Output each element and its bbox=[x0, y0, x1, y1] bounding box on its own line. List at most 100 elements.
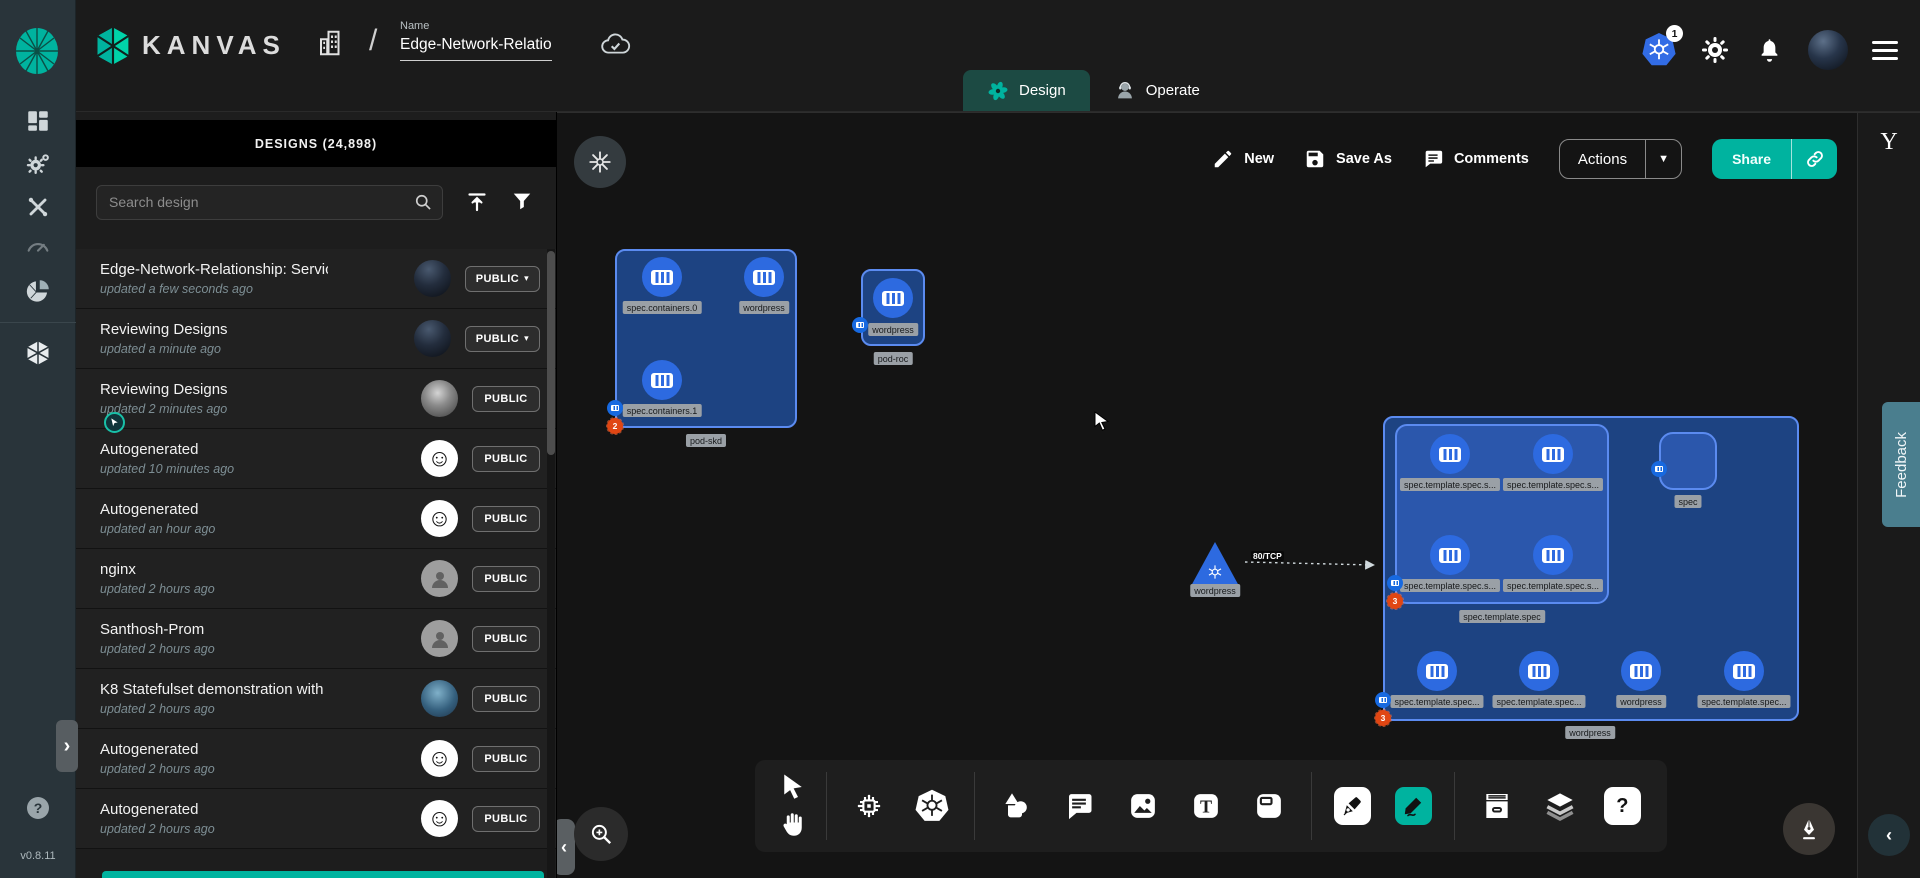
new-button[interactable]: New bbox=[1212, 148, 1274, 170]
design-list-item[interactable]: Autogeneratedupdated an hour ago☺PUBLIC bbox=[76, 489, 556, 549]
components-chip-tool[interactable] bbox=[846, 783, 891, 829]
design-list-item[interactable]: Edge-Network-Relationship: Serviceupdate… bbox=[76, 249, 556, 309]
save-as-button[interactable]: Save As bbox=[1304, 148, 1392, 170]
container-node[interactable] bbox=[1533, 434, 1573, 474]
menu-hamburger-icon[interactable] bbox=[1872, 41, 1898, 60]
k8s-deployment-badge-icon[interactable] bbox=[1375, 692, 1391, 708]
design-text: Reviewing Designsupdated 2 minutes ago bbox=[100, 381, 328, 416]
design-visibility-badge[interactable]: PUBLIC▾ bbox=[465, 326, 540, 352]
panel-scrollbar-thumb[interactable] bbox=[547, 251, 555, 455]
container-node[interactable] bbox=[642, 360, 682, 400]
organization-icon[interactable] bbox=[316, 28, 346, 60]
container-node[interactable] bbox=[1621, 651, 1661, 691]
design-mark-button[interactable] bbox=[574, 136, 626, 188]
share-link-icon[interactable] bbox=[1791, 139, 1837, 179]
pen-path-tool[interactable] bbox=[1334, 787, 1371, 825]
kubernetes-context-button[interactable]: 1 bbox=[1642, 33, 1676, 67]
layers-tool[interactable] bbox=[1537, 783, 1582, 829]
search-input[interactable] bbox=[96, 185, 443, 220]
spec-node[interactable] bbox=[1659, 432, 1717, 490]
pod-template-group-node[interactable] bbox=[1395, 424, 1609, 604]
notifications-bell-icon[interactable] bbox=[1754, 35, 1784, 65]
filter-funnel-icon[interactable] bbox=[511, 190, 535, 214]
kanvas-hexagon-icon[interactable] bbox=[23, 338, 53, 368]
container-node[interactable] bbox=[1430, 535, 1470, 575]
actions-caret-icon[interactable]: ▼ bbox=[1645, 140, 1681, 178]
design-visibility-badge[interactable]: PUBLIC bbox=[472, 446, 540, 472]
container-node[interactable] bbox=[744, 257, 784, 297]
design-visibility-badge[interactable]: PUBLIC bbox=[472, 566, 540, 592]
configuration-tools-icon[interactable] bbox=[23, 192, 53, 222]
extensions-icon[interactable] bbox=[23, 276, 53, 306]
pan-hand-tool[interactable] bbox=[778, 810, 808, 840]
tab-operate[interactable]: Operate bbox=[1090, 70, 1224, 111]
comment-tool[interactable] bbox=[1057, 783, 1102, 829]
zoom-button[interactable] bbox=[574, 807, 628, 861]
container-node[interactable] bbox=[1724, 651, 1764, 691]
design-list-item[interactable]: Autogeneratedupdated 2 hours ago☺PUBLIC bbox=[76, 729, 556, 789]
design-list-item[interactable]: nginxupdated 2 hours agoPUBLIC bbox=[76, 549, 556, 609]
dashboard-icon[interactable] bbox=[23, 106, 53, 136]
collapse-panel-chevron[interactable]: ‹ bbox=[557, 819, 575, 875]
k8s-pod-badge-icon[interactable] bbox=[607, 400, 623, 416]
design-visibility-badge[interactable]: PUBLIC bbox=[472, 746, 540, 772]
freehand-draw-tool[interactable] bbox=[1395, 787, 1432, 825]
lifecycle-gears-icon[interactable] bbox=[23, 149, 53, 179]
select-cursor-tool[interactable] bbox=[778, 772, 808, 802]
design-canvas[interactable]: New Save As Comments Actions ▼ Share bbox=[557, 112, 1857, 878]
drawer-components-tool[interactable] bbox=[1474, 783, 1519, 829]
k8s-pod-badge-icon[interactable] bbox=[1651, 461, 1667, 477]
design-list-item[interactable]: Reviewing Designsupdated 2 minutes ago PU… bbox=[76, 369, 556, 429]
design-visibility-badge[interactable]: PUBLIC▾ bbox=[465, 266, 540, 292]
expand-sidebar-button[interactable]: › bbox=[56, 720, 78, 772]
import-design-icon[interactable] bbox=[465, 190, 489, 214]
text-tool[interactable]: T bbox=[1183, 783, 1228, 829]
comments-button[interactable]: Comments bbox=[1422, 148, 1529, 170]
frame-tool[interactable] bbox=[1246, 783, 1291, 829]
container-node[interactable] bbox=[1519, 651, 1559, 691]
design-list-item[interactable]: Autogeneratedupdated 10 minutes ago☺PUBL… bbox=[76, 429, 556, 489]
help-button[interactable]: ? bbox=[27, 797, 49, 819]
container-node[interactable] bbox=[1533, 535, 1573, 575]
design-visibility-badge[interactable]: PUBLIC bbox=[472, 506, 540, 532]
design-visibility-badge[interactable]: PUBLIC bbox=[472, 806, 540, 832]
error-count-badge[interactable]: 3 bbox=[1387, 593, 1403, 609]
design-visibility-badge[interactable]: PUBLIC bbox=[472, 386, 540, 412]
service-node[interactable] bbox=[1191, 542, 1239, 586]
meshery-sphere-logo[interactable] bbox=[14, 26, 60, 76]
settings-gear-icon[interactable] bbox=[1700, 35, 1730, 65]
node-label: spec.template.spec.s... bbox=[1503, 579, 1603, 592]
design-visibility-badge[interactable]: PUBLIC bbox=[472, 686, 540, 712]
design-list-item[interactable]: Santhosh-Promupdated 2 hours agoPUBLIC bbox=[76, 609, 556, 669]
design-visibility-badge[interactable]: PUBLIC bbox=[472, 626, 540, 652]
tab-design[interactable]: Design bbox=[963, 70, 1090, 111]
kanvas-logo-icon[interactable] bbox=[94, 26, 132, 66]
feedback-tab[interactable]: Feedback bbox=[1882, 402, 1920, 527]
image-tool[interactable] bbox=[1120, 783, 1165, 829]
share-split-button[interactable]: Share bbox=[1712, 139, 1837, 179]
kubernetes-components-tool[interactable] bbox=[909, 783, 954, 829]
pen-nib-button[interactable] bbox=[1783, 803, 1835, 855]
container-node[interactable] bbox=[1430, 434, 1470, 474]
k8s-pod-badge-icon[interactable] bbox=[852, 317, 868, 333]
performance-dial-icon[interactable] bbox=[23, 231, 53, 261]
design-list-item[interactable]: Autogeneratedupdated 2 hours ago☺PUBLIC bbox=[76, 789, 556, 849]
group-label: pod-skd bbox=[686, 434, 726, 447]
design-list-item[interactable]: Reviewing Designsupdated a minute agoPUB… bbox=[76, 309, 556, 369]
dock-toggle-icon[interactable]: Y bbox=[1874, 127, 1904, 157]
help-tool[interactable]: ? bbox=[1604, 787, 1641, 825]
service-deployment-edge[interactable] bbox=[1245, 562, 1373, 565]
error-count-badge[interactable]: 3 bbox=[1375, 710, 1391, 726]
container-node[interactable] bbox=[1417, 651, 1457, 691]
error-count-badge[interactable]: 2 bbox=[607, 418, 623, 434]
container-icon bbox=[1542, 447, 1564, 462]
collapse-right-chevron[interactable]: ‹ bbox=[1868, 814, 1910, 856]
container-node[interactable] bbox=[642, 257, 682, 297]
shapes-tool[interactable] bbox=[994, 783, 1039, 829]
k8s-pod-badge-icon[interactable] bbox=[1387, 575, 1403, 591]
design-list-item[interactable]: K8 Statefulset demonstration with moupda… bbox=[76, 669, 556, 729]
user-avatar[interactable] bbox=[1808, 30, 1848, 70]
actions-split-button[interactable]: Actions ▼ bbox=[1559, 139, 1682, 179]
design-name-input[interactable] bbox=[400, 32, 552, 61]
container-node[interactable] bbox=[873, 278, 913, 318]
